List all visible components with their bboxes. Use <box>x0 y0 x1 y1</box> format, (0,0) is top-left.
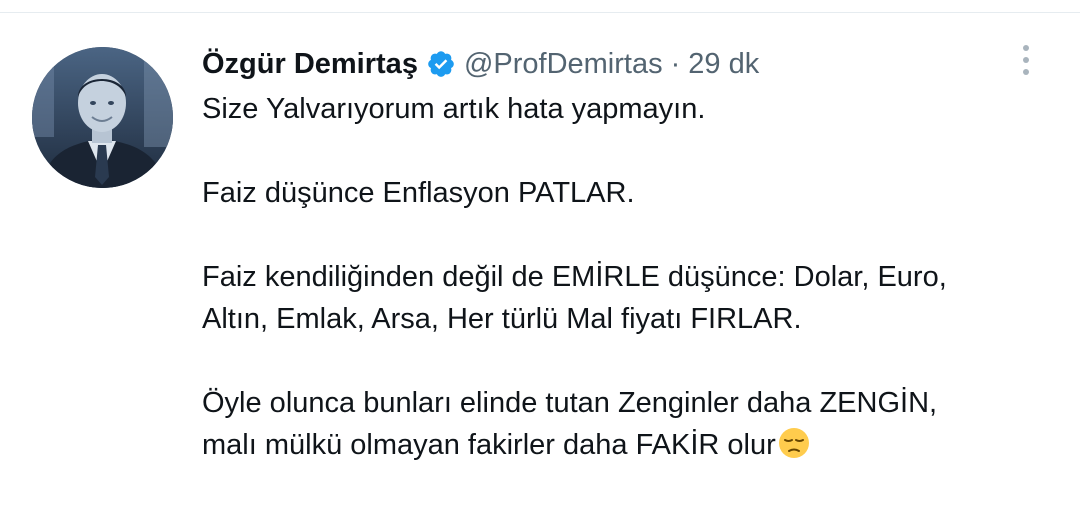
top-divider <box>0 12 1080 13</box>
tweet-line: Faiz kendiliğinden değil de EMİRLE düşün… <box>202 261 947 293</box>
tweet-line: Size Yalvarıyorum artık hata yapmayın. <box>202 93 706 125</box>
tweet-timestamp[interactable]: 29 dk <box>688 48 759 81</box>
tweet-line: Altın, Emlak, Arsa, Her türlü Mal fiyatı… <box>202 303 802 335</box>
tweet-line: Faiz düşünce Enflasyon PATLAR. <box>202 177 635 209</box>
tweet-last-line: malı mülkü olmayan fakirler daha FAKİR o… <box>202 424 1062 466</box>
tweet-header: Özgür Demirtaş @ProfDemirtas · 29 dk <box>202 44 759 84</box>
verified-badge-icon <box>426 49 456 79</box>
author-name[interactable]: Özgür Demirtaş <box>202 48 418 81</box>
avatar[interactable] <box>32 47 173 188</box>
tweet-line: malı mülkü olmayan fakirler daha FAKİR o… <box>202 429 776 461</box>
more-options-icon[interactable] <box>1012 42 1040 78</box>
tweet-line: Öyle olunca bunları elinde tutan Zenginl… <box>202 387 938 419</box>
author-handle[interactable]: @ProfDemirtas <box>464 48 663 81</box>
avatar-portrait-image <box>32 47 173 188</box>
tweet-text: Size Yalvarıyorum artık hata yapmayın. F… <box>202 88 1062 466</box>
pensive-face-icon <box>777 426 811 460</box>
header-separator: · <box>670 47 681 80</box>
